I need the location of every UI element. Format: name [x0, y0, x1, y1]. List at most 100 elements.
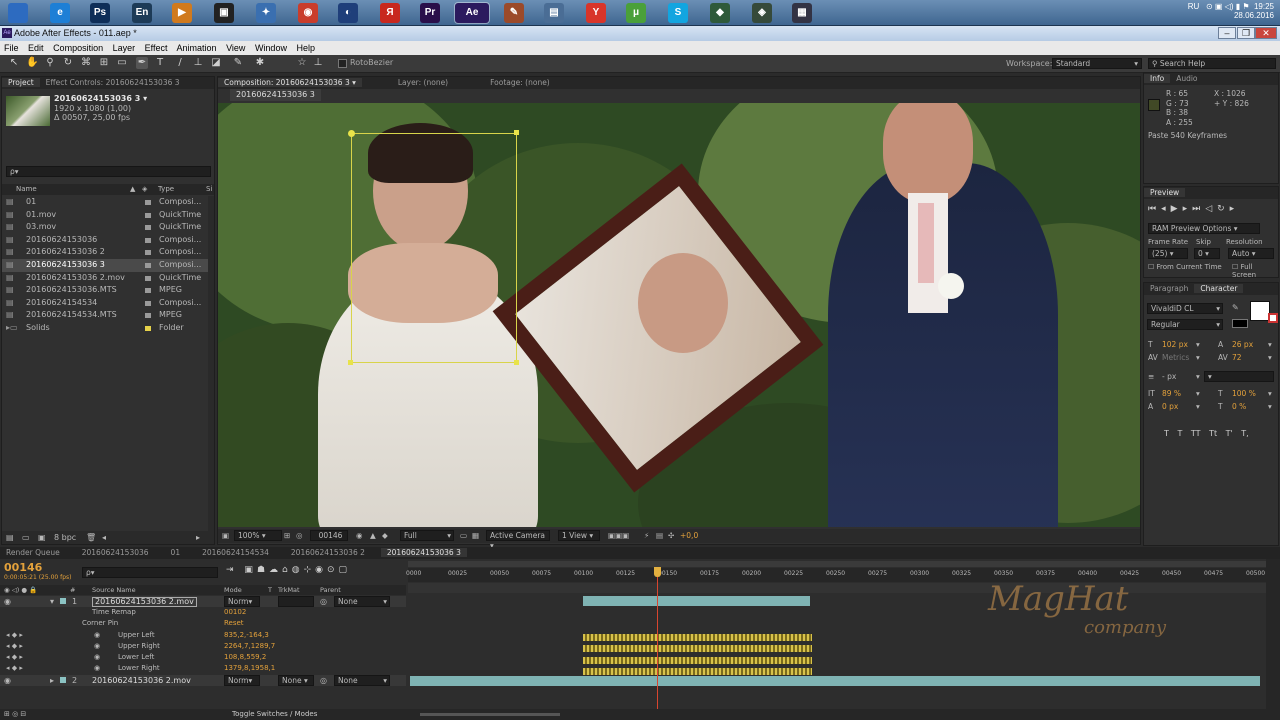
ram-preview-icon[interactable]: ▸	[1230, 204, 1240, 214]
puppet-tool-icon[interactable]: ✱	[254, 57, 266, 69]
comp-mini-flowchart-icon[interactable]: ⇥	[226, 565, 238, 575]
yandex-icon[interactable]: Я	[380, 3, 400, 23]
expand-pane-icon[interactable]: ⊞ ◎ ⊟	[4, 709, 26, 720]
encore-icon[interactable]: En	[132, 3, 152, 23]
close-button[interactable]: ✕	[1255, 27, 1277, 39]
menu-composition[interactable]: Composition	[53, 43, 103, 53]
leading-value[interactable]: 26 px	[1232, 339, 1253, 351]
composition-viewer[interactable]	[218, 103, 1140, 527]
horizontal-scale-value[interactable]: 100 %	[1232, 388, 1256, 400]
label-swatch[interactable]	[145, 237, 151, 243]
playhead-handle-icon[interactable]	[654, 567, 662, 577]
text-style-button[interactable]: T'	[1226, 429, 1233, 438]
auto-keyframe-icon[interactable]: ⊙	[327, 565, 339, 575]
show-snapshot-icon[interactable]: ▲	[370, 529, 376, 543]
property-value[interactable]: 108,8,559,2	[224, 652, 266, 663]
black-swatch[interactable]	[1232, 319, 1248, 328]
layer-1-bar[interactable]	[583, 596, 811, 606]
label-swatch[interactable]	[145, 212, 151, 218]
project-list-item[interactable]: ▤ 20160624154534 Composi...	[2, 297, 208, 310]
zoom-select[interactable]: 100% ▾	[234, 530, 282, 541]
property-row[interactable]: ◂ ◆ ▸ ◉ Lower Left 108,8,559,2	[0, 652, 406, 663]
timeline-search-input[interactable]: ρ▾	[82, 567, 218, 578]
maximize-button[interactable]: ❐	[1237, 27, 1255, 39]
layer-name[interactable]: 20160624153036 2.mov	[92, 597, 197, 607]
text-style-button[interactable]: T	[1164, 429, 1169, 438]
yandex-browser-icon[interactable]: Y	[586, 3, 606, 23]
workspace-select[interactable]: Standard ▾	[1052, 58, 1142, 69]
font-size-value[interactable]: 102 px	[1162, 339, 1188, 351]
text-style-button[interactable]: T,	[1241, 429, 1248, 438]
current-time-indicator[interactable]	[657, 567, 659, 709]
col-trkmat[interactable]: TrkMat	[278, 585, 300, 595]
motion-blur-icon[interactable]: ◍	[292, 565, 304, 575]
from-current-time-checkbox[interactable]: ☐ From Current Time	[1148, 263, 1222, 271]
graph-editor-icon[interactable]: ⊹	[304, 565, 316, 575]
hide-shy-icon[interactable]: ☁	[269, 565, 282, 575]
col-parent[interactable]: Parent	[320, 585, 341, 595]
fill-color-swatch[interactable]	[1250, 301, 1270, 321]
browser-icon[interactable]: ◐	[338, 3, 358, 23]
hand-tool-icon[interactable]: ✋	[26, 57, 38, 69]
camera-select[interactable]: Active Camera ▾	[486, 530, 550, 550]
font-style-select[interactable]: Regular ▾	[1147, 319, 1223, 330]
timeline-tab[interactable]: 20160624153036	[76, 548, 155, 557]
timeline-tab[interactable]: Render Queue	[0, 548, 66, 557]
brainstorm-icon[interactable]: ◉	[315, 565, 327, 575]
time-navigator[interactable]	[408, 561, 1266, 567]
property-value[interactable]: 2264,7,1289,7	[224, 641, 275, 652]
timeline-tab[interactable]: 01	[165, 548, 187, 557]
tab-composition[interactable]: Composition: 20160624153036 3 ▾	[218, 78, 362, 87]
stroke-width-value[interactable]: - px	[1162, 371, 1176, 383]
toggle-pixel-icon[interactable]: ▣▣▣	[608, 529, 629, 543]
property-row[interactable]: Corner Pin Reset	[0, 618, 406, 629]
stopwatch-icon[interactable]: ◉	[94, 663, 100, 674]
trkmat-select[interactable]: None ▾	[278, 675, 314, 686]
label-color[interactable]	[60, 598, 66, 604]
app-icon[interactable]: ◆	[710, 3, 730, 23]
windows-start-icon[interactable]	[8, 3, 28, 23]
col-mode[interactable]: Mode	[224, 585, 242, 595]
render-icon[interactable]: ▢	[339, 565, 352, 575]
tab-character[interactable]: Character	[1194, 284, 1244, 293]
tab-audio[interactable]: Audio	[1170, 74, 1203, 83]
next-frame-icon[interactable]: ▸	[1183, 204, 1193, 214]
snapshot-icon[interactable]: ◉	[356, 529, 363, 543]
label-swatch[interactable]	[145, 200, 151, 205]
label-swatch[interactable]	[145, 225, 151, 231]
internet-explorer-icon[interactable]: e	[50, 3, 70, 23]
pickwhip-icon[interactable]: ◎	[320, 675, 327, 686]
view-layout-select[interactable]: 1 View ▾	[558, 530, 600, 541]
menu-window[interactable]: Window	[255, 43, 287, 53]
eye-icon[interactable]: ◉	[4, 675, 11, 686]
fast-preview-icon[interactable]: ⚡	[644, 529, 649, 543]
last-frame-icon[interactable]: ⏭	[1192, 204, 1205, 214]
timeline-tab[interactable]: 20160624153036 3	[380, 548, 467, 557]
tab-effect-controls[interactable]: Effect Controls: 20160624153036 3	[40, 78, 186, 87]
type-tool-icon[interactable]: T	[154, 57, 166, 69]
property-row[interactable]: ◂ ◆ ▸ ◉ Lower Right 1379,8,1958,1	[0, 663, 406, 674]
keyframe-row[interactable]	[583, 634, 812, 641]
after-effects-icon[interactable]: Ae	[454, 2, 490, 24]
keyframe-row[interactable]	[583, 657, 812, 664]
flowchart-icon[interactable]: ✣	[668, 529, 674, 543]
corner-pin-handle[interactable]	[514, 130, 519, 135]
draft3d-icon[interactable]: ☗	[257, 565, 269, 575]
expand-twirl-icon[interactable]: ▸	[50, 675, 54, 686]
project-list-item[interactable]: ▤ 03.mov QuickTime	[2, 221, 208, 234]
timeline-tab[interactable]: 20160624153036 2	[285, 548, 371, 557]
label-swatch[interactable]	[145, 275, 151, 281]
col-type[interactable]: Type	[158, 184, 174, 195]
eyedropper-icon[interactable]: ✎	[1232, 303, 1239, 312]
menu-edit[interactable]: Edit	[28, 43, 44, 53]
grid-app-icon[interactable]: ▦	[792, 3, 812, 23]
keyframe-navigator-icon[interactable]: ◂ ◆ ▸	[6, 663, 23, 674]
blend-mode-select[interactable]: Norm▾	[224, 596, 260, 607]
current-time-field[interactable]: 00146	[310, 530, 348, 541]
scroll-right-icon[interactable]: ▸	[196, 531, 200, 544]
brush-tool-icon[interactable]: /	[174, 57, 186, 69]
corner-pin-handle[interactable]	[514, 360, 519, 365]
project-list-item[interactable]: ▤ 20160624154534.MTS MPEG	[2, 309, 208, 322]
label-color[interactable]	[60, 677, 66, 683]
full-screen-checkbox[interactable]: ☐ Full Screen	[1232, 263, 1278, 279]
